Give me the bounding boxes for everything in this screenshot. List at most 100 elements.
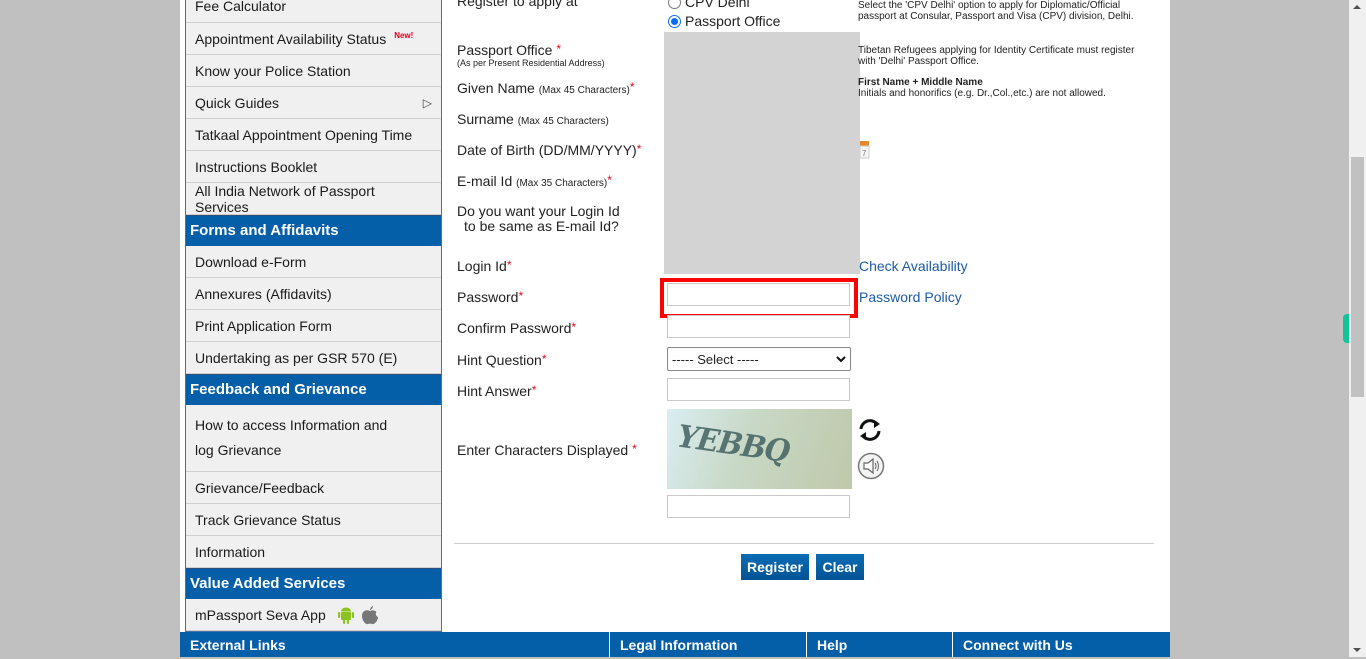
required-mark: * — [636, 142, 642, 156]
sidebar-item-label: mPassport Seva App — [195, 606, 326, 623]
sidebar-item-print-application[interactable]: Print Application Form — [186, 310, 441, 342]
sidebar-item-quick-guides[interactable]: Quick Guides ▷ — [186, 87, 441, 119]
clear-button[interactable]: Clear — [816, 554, 864, 580]
sidebar-item-fee-calculator[interactable]: Fee Calculator — [186, 0, 441, 23]
required-mark: * — [506, 258, 512, 272]
label-text: E-mail Id — [457, 173, 513, 189]
calendar-icon[interactable]: 7 — [860, 140, 870, 159]
radio-button[interactable] — [668, 14, 681, 28]
sidebar-item-label: Quick Guides — [195, 94, 280, 111]
label-text: Confirm Password — [457, 320, 572, 336]
footer-help[interactable]: Help — [807, 632, 953, 657]
sidebar: Fee Calculator Appointment Availability … — [185, 0, 442, 632]
svg-text:7: 7 — [862, 149, 867, 158]
footer-external-links[interactable]: External Links — [180, 632, 610, 657]
label-text: Hint Question — [457, 352, 542, 368]
label-text: Enter Characters Displayed — [457, 442, 629, 458]
radio-cpv-delhi[interactable]: CPV Delhi — [668, 0, 750, 10]
login-id-label: Login Id* — [457, 258, 512, 274]
sidebar-item-undertaking[interactable]: Undertaking as per GSR 570 (E) — [186, 342, 441, 374]
sidebar-item-label: Appointment Availability Status — [195, 30, 387, 47]
refresh-captcha-icon[interactable] — [857, 417, 883, 443]
label-sub: (Max 45 Characters) — [517, 116, 609, 127]
confirm-password-input[interactable] — [667, 315, 850, 338]
sidebar-item-grievance-feedback[interactable]: Grievance/Feedback — [186, 472, 441, 504]
sidebar-item-annexures[interactable]: Annexures (Affidavits) — [186, 278, 441, 310]
sidebar-item-label: Instructions Booklet — [195, 158, 318, 175]
passport-office-label: Passport Office * — [457, 42, 561, 58]
radio-passport-office[interactable]: Passport Office — [668, 13, 780, 29]
chevron-down-icon — [836, 356, 846, 363]
label-text: Date of Birth (DD/MM/YYYY) — [457, 142, 637, 158]
hint-answer-input[interactable] — [667, 378, 850, 401]
confirm-password-label: Confirm Password* — [457, 320, 576, 336]
captcha-label: Enter Characters Displayed * — [457, 442, 637, 458]
sidebar-heading-feedback: Feedback and Grievance — [186, 374, 441, 405]
required-mark: * — [518, 289, 524, 303]
hint-question-label: Hint Question* — [457, 352, 547, 368]
captcha-text: YEBBQ — [671, 419, 795, 470]
submenu-arrow-icon: ▷ — [422, 95, 432, 110]
login-same-label-2: to be same as E-mail Id? — [464, 218, 619, 234]
register-at-label: Register to apply at — [457, 0, 578, 9]
audio-captcha-icon[interactable] — [857, 452, 885, 480]
sidebar-item-mpassport[interactable]: mPassport Seva App — [186, 599, 441, 631]
loading-overlay — [664, 32, 860, 274]
captcha-input[interactable] — [667, 495, 850, 518]
sidebar-item-how-to-access[interactable]: How to access Information and log Grieva… — [186, 405, 441, 472]
scroll-up-icon[interactable] — [1353, 5, 1361, 9]
check-availability-link[interactable]: Check Availability — [859, 258, 968, 274]
email-label: E-mail Id (Max 35 Characters)* — [457, 173, 612, 189]
hint-answer-label: Hint Answer* — [457, 383, 536, 399]
sidebar-item-label: Grievance/Feedback — [195, 479, 325, 496]
apple-icon[interactable] — [359, 605, 381, 625]
select-value: ----- Select ----- — [672, 351, 759, 367]
captcha-image: YEBBQ — [667, 409, 852, 489]
sidebar-item-all-india-network[interactable]: All India Network of Passport Services — [186, 183, 441, 215]
footer-legal-information[interactable]: Legal Information — [610, 632, 807, 657]
hint-name-title: First Name + Middle Name — [858, 77, 983, 88]
hint-question-select[interactable]: ----- Select ----- — [667, 347, 851, 371]
label-text: Given Name — [457, 80, 535, 96]
footer-connect[interactable]: Connect with Us — [953, 632, 1170, 657]
radio-button[interactable] — [668, 0, 681, 9]
android-icon[interactable] — [336, 605, 356, 625]
sidebar-item-label: How to access Information and log Grieva… — [195, 417, 388, 458]
required-mark: * — [531, 383, 537, 397]
scroll-down-icon[interactable] — [1353, 648, 1361, 652]
vertical-scrollbar[interactable] — [1349, 0, 1366, 657]
sidebar-item-download-eform[interactable]: Download e-Form — [186, 246, 441, 278]
sidebar-item-label: Know your Police Station — [195, 62, 351, 79]
radio-label: Passport Office — [685, 13, 781, 29]
sidebar-item-label: Download e-Form — [195, 253, 307, 270]
hint-tibetan: Tibetan Refugees applying for Identity C… — [858, 45, 1135, 67]
radio-label: CPV Delhi — [685, 0, 750, 10]
sidebar-item-track-grievance[interactable]: Track Grievance Status — [186, 504, 441, 536]
required-mark: * — [632, 442, 637, 456]
passport-office-sub: (As per Present Residential Address) — [457, 58, 605, 68]
hint-cpv: Select the 'CPV Delhi' option to apply f… — [858, 0, 1134, 22]
scrollbar-thumb[interactable] — [1351, 157, 1364, 397]
sidebar-item-appointment-availability[interactable]: Appointment Availability Status New! — [186, 23, 441, 55]
label-sub: (Max 35 Characters) — [516, 178, 608, 189]
label-sub: (Max 45 Characters) — [538, 85, 630, 96]
sidebar-item-label: Print Application Form — [195, 317, 332, 334]
sidebar-item-label: Annexures (Affidavits) — [195, 285, 332, 302]
sidebar-item-police-station[interactable]: Know your Police Station — [186, 55, 441, 87]
hint-name-note: Initials and honorifics (e.g. Dr.,Col.,e… — [858, 88, 1106, 99]
password-policy-link[interactable]: Password Policy — [859, 289, 962, 305]
sidebar-item-tatkaal[interactable]: Tatkaal Appointment Opening Time — [186, 119, 441, 151]
sidebar-item-information[interactable]: Information — [186, 536, 441, 568]
sidebar-item-instructions-booklet[interactable]: Instructions Booklet — [186, 151, 441, 183]
sidebar-item-label: Track Grievance Status — [195, 511, 341, 528]
label-text: Surname — [457, 111, 514, 127]
password-highlight-box — [660, 278, 858, 318]
sidebar-item-label: All India Network of Passport Services — [195, 182, 375, 215]
login-same-label-1: Do you want your Login Id — [457, 203, 620, 219]
label-text: Passport Office — [457, 42, 553, 58]
given-name-label: Given Name (Max 45 Characters)* — [457, 80, 635, 96]
page-container: Fee Calculator Appointment Availability … — [180, 0, 1170, 657]
label-text: Hint Answer — [457, 383, 532, 399]
register-button[interactable]: Register — [741, 554, 809, 580]
sidebar-item-label: Fee Calculator — [195, 0, 287, 14]
